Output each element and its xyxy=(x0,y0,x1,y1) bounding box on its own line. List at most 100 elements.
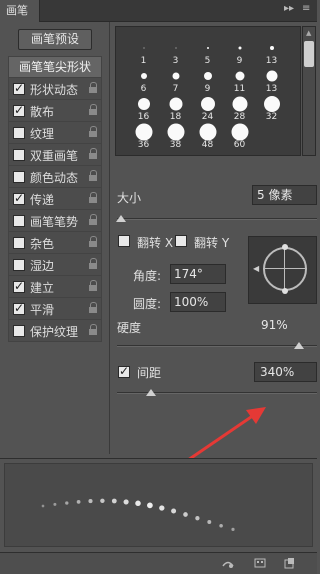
scroll-up-icon[interactable]: ▲ xyxy=(306,29,311,37)
brush-tip[interactable]: 9 xyxy=(224,41,255,67)
option-5[interactable]: 颜色动态 xyxy=(8,166,102,188)
option-12[interactable]: 保护纹理 xyxy=(8,320,102,342)
lock-icon[interactable] xyxy=(89,170,97,181)
hardness-slider-thumb[interactable] xyxy=(294,342,304,349)
panel-menu-icon[interactable]: ≡ xyxy=(302,3,310,14)
brush-tip[interactable]: 28 xyxy=(224,96,255,123)
spacing-input[interactable]: 340% xyxy=(254,362,317,382)
brush-tip[interactable]: 38 xyxy=(160,123,191,151)
dial-axis-horizontal xyxy=(263,268,307,269)
option-10[interactable]: 建立 xyxy=(8,276,102,298)
grid-toggle-icon[interactable] xyxy=(254,557,266,569)
lock-icon[interactable] xyxy=(89,126,97,137)
brush-tip-dot xyxy=(232,96,247,112)
option-4[interactable]: 双重画笔 xyxy=(8,144,102,166)
size-input[interactable]: 5 像素 xyxy=(252,185,317,205)
spacing-slider-thumb[interactable] xyxy=(146,389,156,396)
flip-x-label: 翻转 X xyxy=(137,236,174,250)
brush-tip-dot xyxy=(206,47,209,49)
option-0[interactable]: 画笔笔尖形状 xyxy=(8,56,102,78)
angle-roundness-dial[interactable]: ◀ xyxy=(248,236,317,304)
option-1[interactable]: 形状动态 xyxy=(8,78,102,100)
option-checkbox[interactable] xyxy=(13,127,25,139)
brush-presets-button[interactable]: 画笔预设 xyxy=(18,29,92,50)
angle-input[interactable]: 174° xyxy=(170,264,226,284)
option-11[interactable]: 平滑 xyxy=(8,298,102,320)
roundness-input[interactable]: 100% xyxy=(170,292,226,312)
lock-icon[interactable] xyxy=(89,214,97,225)
option-checkbox[interactable] xyxy=(13,215,25,227)
brush-tip[interactable]: 11 xyxy=(224,69,255,95)
option-6[interactable]: 传递 xyxy=(8,188,102,210)
brush-tip[interactable]: 16 xyxy=(128,97,159,123)
option-checkbox[interactable] xyxy=(13,237,25,249)
dial-knob-bottom[interactable] xyxy=(282,288,288,294)
option-7[interactable]: 画笔笔势 xyxy=(8,210,102,232)
brush-tip-size: 16 xyxy=(137,112,150,122)
lock-icon[interactable] xyxy=(89,324,97,335)
brush-tip[interactable]: 13 xyxy=(256,41,287,67)
option-checkbox[interactable] xyxy=(13,325,25,337)
lock-icon[interactable] xyxy=(89,192,97,203)
brush-tip[interactable]: 3 xyxy=(160,41,191,67)
hardness-slider-track[interactable] xyxy=(117,345,317,347)
brush-tip-size: 7 xyxy=(172,84,179,94)
brush-tip[interactable]: 9 xyxy=(192,69,223,95)
brush-tip[interactable]: 7 xyxy=(160,69,191,95)
brush-tip-dot xyxy=(238,46,241,50)
brush-tip-grid[interactable]: 1 3 5 9 13 6 7 9 11 13 16 18 24 28 32 36 38 48 60 xyxy=(115,26,301,156)
size-slider-thumb[interactable] xyxy=(116,215,126,222)
brush-tip[interactable]: 36 xyxy=(128,123,159,151)
flip-x-checkbox[interactable] xyxy=(118,235,130,247)
brush-tip-dot xyxy=(231,123,248,141)
lock-icon[interactable] xyxy=(89,302,97,313)
option-checkbox[interactable] xyxy=(13,279,25,293)
lock-icon[interactable] xyxy=(89,280,97,291)
option-label: 纹理 xyxy=(30,127,55,141)
brush-tip-dot xyxy=(235,71,244,81)
preview-dot xyxy=(123,499,129,505)
new-brush-icon[interactable] xyxy=(283,557,295,569)
option-8[interactable]: 杂色 xyxy=(8,232,102,254)
brush-tip-size: 60 xyxy=(233,140,246,150)
option-checkbox[interactable] xyxy=(13,301,25,315)
brush-tip[interactable]: 1 xyxy=(128,41,159,67)
lock-icon[interactable] xyxy=(89,104,97,115)
option-checkbox[interactable] xyxy=(13,171,25,183)
lock-icon[interactable] xyxy=(89,236,97,247)
lock-icon[interactable] xyxy=(89,258,97,269)
size-slider-track[interactable] xyxy=(117,218,317,220)
brush-visibility-icon[interactable] xyxy=(222,557,234,569)
brush-tip[interactable]: 48 xyxy=(192,123,223,151)
option-checkbox[interactable] xyxy=(13,191,25,205)
scrollbar-thumb[interactable] xyxy=(304,41,314,67)
brush-tip-size: 13 xyxy=(265,84,278,94)
brush-tip[interactable]: 60 xyxy=(224,123,255,151)
option-9[interactable]: 湿边 xyxy=(8,254,102,276)
hardness-value[interactable]: 91% xyxy=(257,316,317,336)
preview-dot xyxy=(147,502,153,509)
option-checkbox[interactable] xyxy=(13,149,25,161)
option-checkbox[interactable] xyxy=(13,103,25,117)
brush-grid-scrollbar[interactable]: ▲ xyxy=(302,26,316,156)
option-checkbox[interactable] xyxy=(13,81,25,95)
brush-tip[interactable]: 13 xyxy=(256,69,287,95)
brush-tip-size: 1 xyxy=(140,56,147,66)
lock-icon[interactable] xyxy=(89,148,97,159)
option-3[interactable]: 纹理 xyxy=(8,122,102,144)
collapse-arrows-icon[interactable]: ▸▸ xyxy=(284,3,294,14)
brush-tip[interactable]: 32 xyxy=(256,96,287,123)
option-2[interactable]: 散布 xyxy=(8,100,102,122)
option-checkbox[interactable] xyxy=(13,259,25,271)
brush-tip[interactable]: 18 xyxy=(160,97,191,123)
lock-icon[interactable] xyxy=(89,82,97,93)
dial-knob-top[interactable] xyxy=(282,244,288,250)
tab-brush[interactable]: 画笔 xyxy=(0,0,40,22)
spacing-checkbox[interactable] xyxy=(118,364,130,378)
brush-tip[interactable]: 6 xyxy=(128,69,159,95)
brush-tip-panel: 1 3 5 9 13 6 7 9 11 13 16 18 24 28 32 36 38 48 60 ▲ 大小 5 像… xyxy=(111,22,317,454)
brush-tip[interactable]: 5 xyxy=(192,41,223,67)
preview-dot xyxy=(88,499,93,504)
brush-tip[interactable]: 24 xyxy=(192,97,223,123)
flip-y-checkbox[interactable] xyxy=(175,235,187,247)
